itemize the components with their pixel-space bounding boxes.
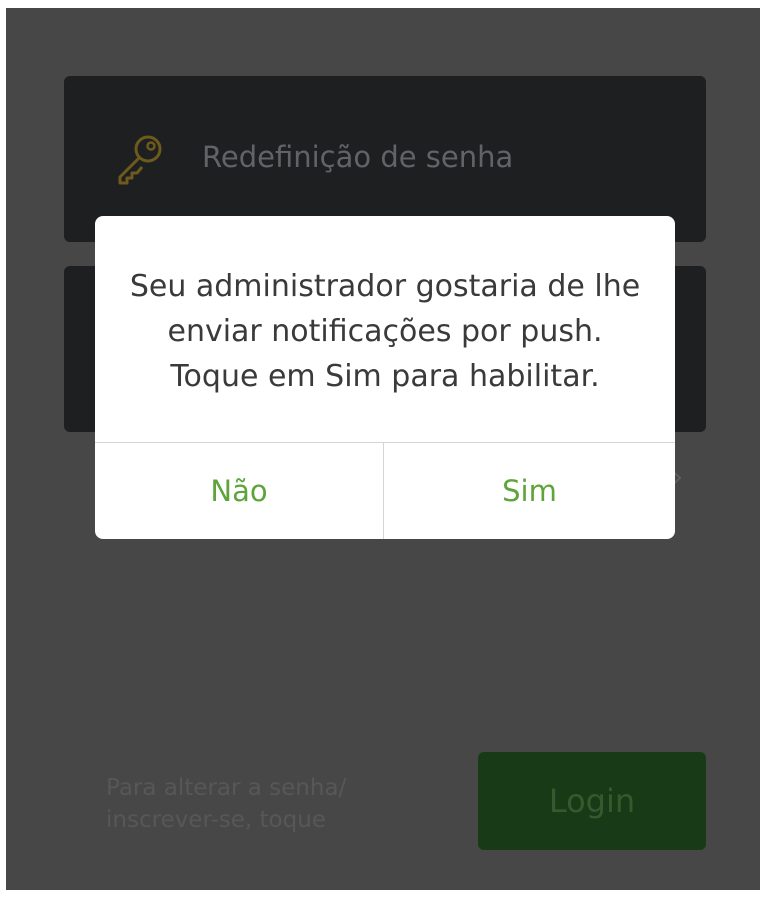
login-button[interactable]: Login [478, 752, 706, 850]
dialog-message-line: Toque em Sim para habilitar. [170, 359, 600, 394]
dialog-message: Seu administrador gostaria de lhe enviar… [95, 264, 675, 399]
dialog-message-line: enviar notificações por push. [167, 314, 603, 349]
password-reset-label: Redefinição de senha [202, 140, 514, 174]
dialog-message-line: Seu administrador gostaria de lhe [129, 269, 641, 304]
change-password-hint[interactable]: Para alterar a senha/ inscrever-se, toqu… [106, 772, 426, 836]
push-notification-dialog: Seu administrador gostaria de lhe enviar… [95, 216, 675, 539]
key-icon [118, 135, 162, 185]
yes-button[interactable]: Sim [384, 443, 675, 539]
no-button[interactable]: Não [95, 443, 383, 539]
app-screen: Redefinição de senha › Para alterar a se… [6, 8, 760, 890]
